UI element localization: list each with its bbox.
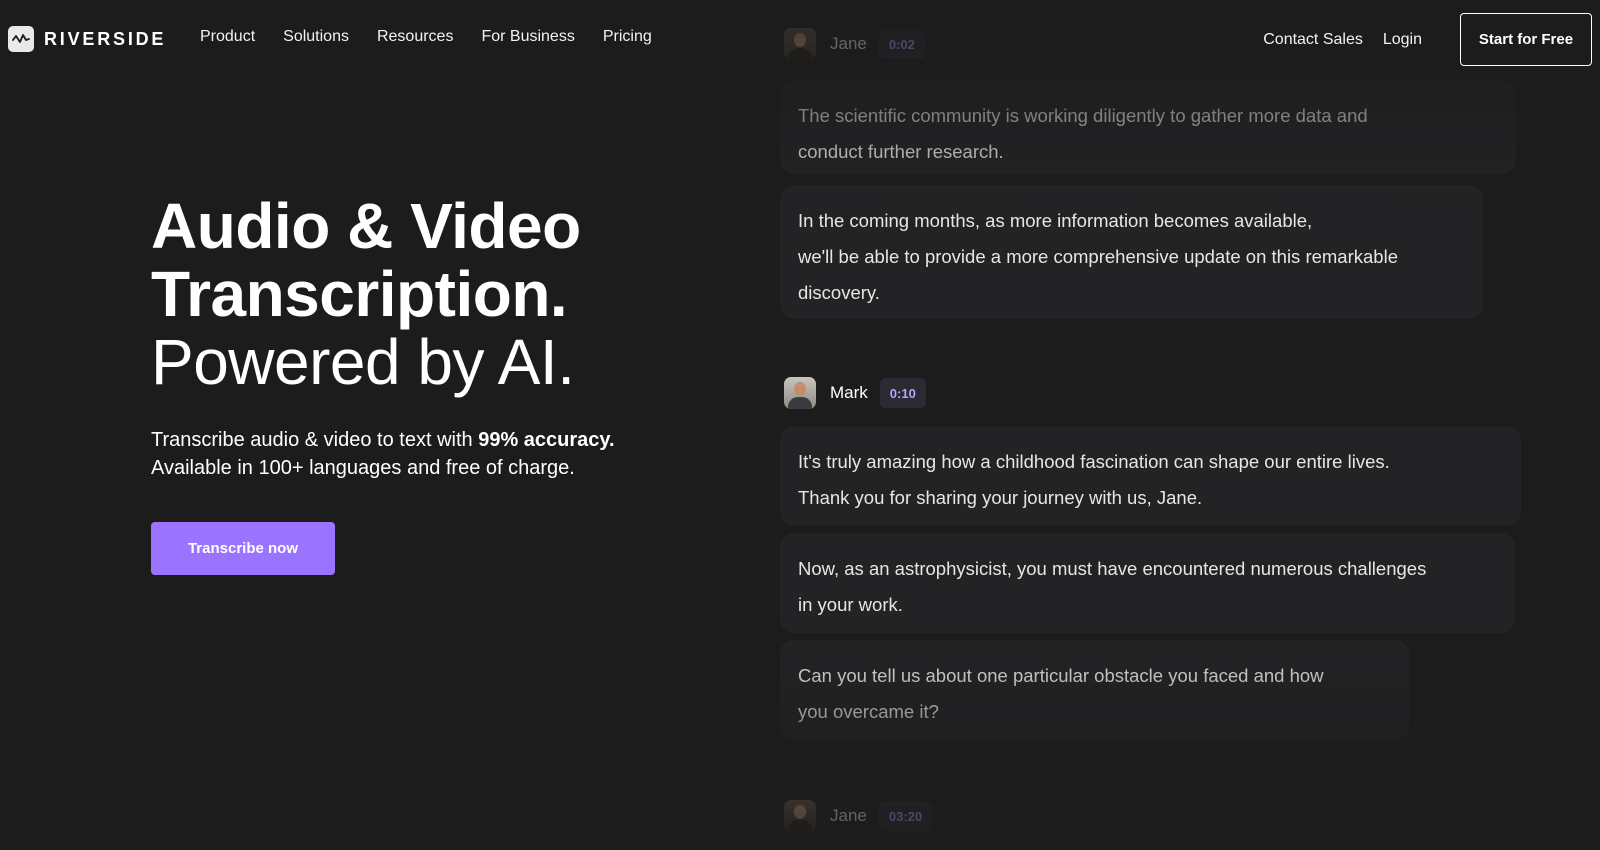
transcript-message[interactable]: Can you tell us about one particular obs… — [780, 640, 1409, 740]
hero-subtitle-prefix: Transcribe audio & video to text with — [151, 429, 479, 451]
hero-title-line-3: Powered by AI. — [151, 326, 575, 398]
top-nav: RIVERSIDE Product Solutions Resources Fo… — [0, 0, 1600, 80]
hero-subtitle-line-1: Transcribe audio & video to text with 99… — [151, 426, 711, 454]
speaker-name: Jane — [830, 806, 867, 825]
nav-pricing[interactable]: Pricing — [603, 28, 652, 46]
nav-solutions[interactable]: Solutions — [283, 28, 349, 46]
transcript-preview: Jane 0:02 The scientific community is wo… — [780, 0, 1558, 850]
hero-section: Audio & Video Transcription. Powered by … — [151, 192, 711, 575]
contact-sales-link[interactable]: Contact Sales — [1263, 31, 1363, 49]
transcript-message[interactable]: In the coming months, as more informatio… — [780, 185, 1483, 319]
transcript-message[interactable]: Now, as an astrophysicist, you must have… — [780, 533, 1515, 633]
message-text: In the coming months, as more informatio… — [798, 210, 1398, 303]
transcript-message[interactable]: It's truly amazing how a childhood fasci… — [780, 426, 1521, 526]
speaker-header: Jane 03:20 — [784, 800, 933, 832]
nav-product[interactable]: Product — [200, 28, 255, 46]
transcribe-now-button[interactable]: Transcribe now — [151, 522, 335, 575]
brand-logo[interactable]: RIVERSIDE — [8, 26, 166, 52]
timestamp-badge[interactable]: 0:10 — [879, 378, 926, 408]
hero-title-line-2: Transcription. — [151, 258, 568, 330]
message-text: Can you tell us about one particular obs… — [798, 665, 1324, 722]
speaker-header: Mark 0:10 — [784, 377, 926, 409]
speaker-name: Mark — [830, 383, 868, 402]
avatar — [784, 377, 816, 409]
accuracy-highlight: 99% accuracy. — [478, 429, 615, 451]
timestamp-badge[interactable]: 03:20 — [878, 801, 933, 831]
waveform-icon — [8, 26, 34, 52]
primary-nav: Product Solutions Resources For Business… — [200, 28, 652, 46]
avatar — [784, 800, 816, 832]
hero-subtitle-line-2: Available in 100+ languages and free of … — [151, 457, 575, 479]
login-link[interactable]: Login — [1383, 31, 1422, 49]
start-for-free-button[interactable]: Start for Free — [1460, 13, 1592, 66]
nav-actions: Contact Sales Login Start for Free — [1263, 13, 1592, 66]
transcript-message[interactable]: The scientific community is working dili… — [780, 80, 1516, 174]
nav-resources[interactable]: Resources — [377, 28, 453, 46]
hero-title-line-1: Audio & Video — [151, 190, 581, 262]
message-text: It's truly amazing how a childhood fasci… — [798, 451, 1390, 508]
message-text: The scientific community is working dili… — [798, 105, 1368, 162]
nav-for-business[interactable]: For Business — [481, 28, 574, 46]
hero-subtitle: Transcribe audio & video to text with 99… — [151, 426, 711, 482]
message-text: Now, as an astrophysicist, you must have… — [798, 558, 1427, 615]
brand-name: RIVERSIDE — [44, 28, 167, 49]
